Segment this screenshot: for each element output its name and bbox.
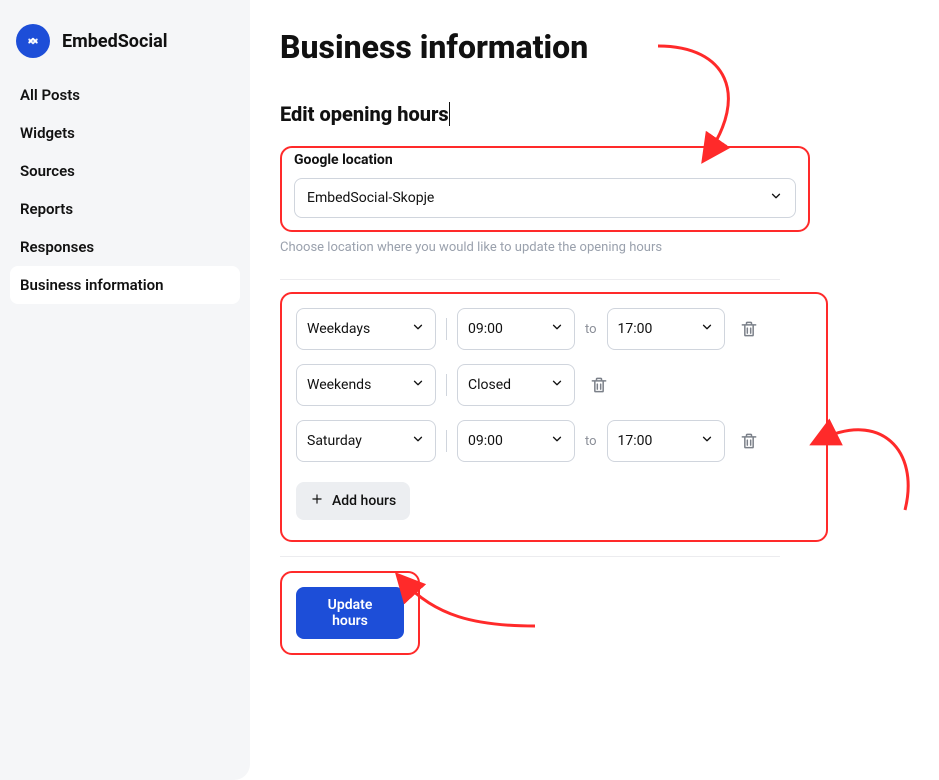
- days-select-value: Saturday: [307, 433, 362, 449]
- days-select-value: Weekdays: [307, 321, 370, 337]
- days-select-value: Weekends: [307, 377, 371, 393]
- chevron-down-icon: [411, 376, 425, 394]
- open-time-value: 09:00: [468, 321, 503, 337]
- trash-icon[interactable]: [739, 431, 759, 451]
- sidebar-item-reports[interactable]: Reports: [10, 190, 240, 228]
- separator: [446, 374, 447, 396]
- chevron-down-icon: [700, 320, 714, 338]
- page-title: Business information: [280, 28, 909, 66]
- update-highlight-annotation: Update hours: [280, 571, 420, 655]
- sidebar-item-business-information[interactable]: Business information: [10, 266, 240, 304]
- sidebar-item-all-posts[interactable]: All Posts: [10, 76, 240, 114]
- divider: [280, 279, 780, 280]
- chevron-down-icon: [769, 189, 783, 207]
- chevron-down-icon: [550, 376, 564, 394]
- separator: [446, 318, 447, 340]
- sidebar-item-widgets[interactable]: Widgets: [10, 114, 240, 152]
- brand-icon: [16, 24, 50, 58]
- days-select[interactable]: Weekends: [296, 364, 436, 406]
- google-location-selected-value: EmbedSocial-Skopje: [307, 190, 434, 206]
- trash-icon[interactable]: [739, 319, 759, 339]
- chevron-down-icon: [411, 432, 425, 450]
- location-helper-text: Choose location where you would like to …: [280, 240, 810, 255]
- brand: EmbedSocial: [10, 18, 240, 76]
- days-select[interactable]: Weekdays: [296, 308, 436, 350]
- divider: [280, 556, 780, 557]
- add-hours-label: Add hours: [332, 493, 396, 509]
- chevron-down-icon: [550, 320, 564, 338]
- closed-select[interactable]: Closed: [457, 364, 575, 406]
- chevron-down-icon: [550, 432, 564, 450]
- brand-name: EmbedSocial: [62, 31, 167, 52]
- open-time-select[interactable]: 09:00: [457, 308, 575, 350]
- update-hours-button[interactable]: Update hours: [296, 587, 404, 639]
- open-time-select[interactable]: 09:00: [457, 420, 575, 462]
- close-time-select[interactable]: 17:00: [607, 308, 725, 350]
- sidebar: EmbedSocial All Posts Widgets Sources Re…: [0, 0, 250, 780]
- plus-icon: [310, 492, 324, 510]
- sidebar-item-sources[interactable]: Sources: [10, 152, 240, 190]
- hours-row: Saturday 09:00 to 17:00: [296, 420, 812, 462]
- to-label: to: [585, 434, 597, 449]
- days-select[interactable]: Saturday: [296, 420, 436, 462]
- hours-row: Weekdays 09:00 to 17:00: [296, 308, 812, 350]
- close-time-select[interactable]: 17:00: [607, 420, 725, 462]
- location-field-label: Google location: [294, 152, 796, 168]
- close-time-value: 17:00: [618, 321, 653, 337]
- google-location-select[interactable]: EmbedSocial-Skopje: [294, 178, 796, 218]
- trash-icon[interactable]: [589, 375, 609, 395]
- separator: [446, 430, 447, 452]
- main-content: Business information Edit opening hours …: [250, 0, 939, 780]
- to-label: to: [585, 322, 597, 337]
- sidebar-item-responses[interactable]: Responses: [10, 228, 240, 266]
- add-hours-button[interactable]: Add hours: [296, 482, 410, 520]
- hours-highlight-annotation: Weekdays 09:00 to 17:00 Weekends: [280, 292, 828, 542]
- chevron-down-icon: [700, 432, 714, 450]
- closed-select-value: Closed: [468, 377, 511, 393]
- close-time-value: 17:00: [618, 433, 653, 449]
- open-time-value: 09:00: [468, 433, 503, 449]
- chevron-down-icon: [411, 320, 425, 338]
- section-subtitle: Edit opening hours: [280, 102, 450, 126]
- hours-row: Weekends Closed: [296, 364, 812, 406]
- location-highlight-annotation: Google location EmbedSocial-Skopje: [280, 146, 810, 232]
